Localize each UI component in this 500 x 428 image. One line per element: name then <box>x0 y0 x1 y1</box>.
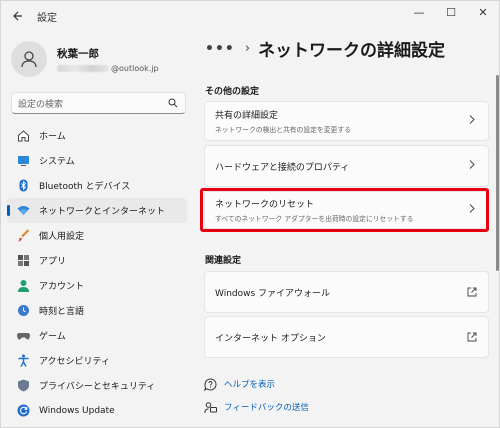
page-title: ネットワークの詳細設定 <box>258 41 446 61</box>
profile-name: 秋葉一郎 <box>57 47 99 60</box>
sidebar-item-network[interactable]: ネットワークとインターネット <box>7 198 187 223</box>
chevron-right-icon <box>466 204 478 216</box>
get-help-link[interactable]: ヘルプを表示 <box>203 377 275 391</box>
breadcrumb-separator: › <box>244 41 251 56</box>
accessibility-icon <box>16 354 30 368</box>
back-button[interactable] <box>5 3 31 29</box>
sidebar-item-label: アクセシビリティ <box>39 357 111 367</box>
sidebar-nav: ホーム システム Bluetooth とデバイス ネットワークとインターネット <box>7 123 187 423</box>
profile-email-domain: @outlook.jp <box>111 63 159 73</box>
sidebar-item-label: ゲーム <box>39 332 66 342</box>
sidebar-item-label: プライバシーとセキュリティ <box>39 382 156 392</box>
help-icon <box>203 377 217 391</box>
sidebar-item-accounts[interactable]: アカウント <box>7 273 187 298</box>
card-subtitle: すべてのネットワーク アダプターを出荷時の設定にリセットする <box>215 215 414 223</box>
search-input[interactable]: 設定の検索 <box>11 92 186 114</box>
sidebar-item-gaming[interactable]: ゲーム <box>7 323 187 348</box>
external-link-icon <box>466 286 478 298</box>
card-title: ネットワークのリセット <box>215 200 315 210</box>
apps-icon <box>16 254 30 268</box>
sidebar-item-label: Windows Update <box>39 405 115 416</box>
card-title: ハードウェアと接続のプロパティ <box>215 162 350 173</box>
sidebar-item-label: ホーム <box>39 132 66 142</box>
app-title: 設定 <box>37 12 57 24</box>
user-icon <box>21 51 37 68</box>
breadcrumb-more-button[interactable]: ••• <box>205 41 235 57</box>
sidebar-item-label: ネットワークとインターネット <box>39 207 166 217</box>
sidebar-item-system[interactable]: システム <box>7 148 187 173</box>
system-icon <box>16 154 30 168</box>
shield-icon <box>16 379 30 393</box>
sidebar-item-label: アプリ <box>39 257 67 267</box>
section-heading-related: 関連設定 <box>205 256 242 266</box>
arrow-left-icon <box>13 11 22 21</box>
sidebar-item-label: Bluetooth とデバイス <box>39 182 131 192</box>
minimize-button[interactable]: — <box>403 1 435 23</box>
scrollbar[interactable] <box>496 75 499 271</box>
maximize-button[interactable]: ☐ <box>435 1 467 23</box>
network-icon <box>16 204 30 218</box>
breadcrumb: ••• › ネットワークの詳細設定 <box>205 36 446 62</box>
title-bar: 設定 — ☐ ✕ <box>1 1 499 31</box>
avatar <box>11 41 47 77</box>
profile-email: @outlook.jp <box>57 64 159 73</box>
card-subtitle: ネットワークの検出と共有の設定を変更する <box>215 126 351 134</box>
hardware-properties-card[interactable]: ハードウェアと接続のプロパティ <box>204 145 489 187</box>
user-profile[interactable]: 秋葉一郎 @outlook.jp <box>11 41 159 77</box>
send-feedback-link[interactable]: フィードバックの送信 <box>203 400 309 414</box>
sidebar: 秋葉一郎 @outlook.jp 設定の検索 ホーム システム Bluetoot… <box>1 31 193 428</box>
main-content: ••• › ネットワークの詳細設定 その他の設定 共有の詳細設定 ネットワークの… <box>193 31 500 428</box>
feedback-icon <box>203 400 217 414</box>
network-reset-card[interactable]: ネットワークのリセット すべてのネットワーク アダプターを出荷時の設定にリセット… <box>204 191 489 229</box>
send-feedback-label: フィードバックの送信 <box>224 403 309 413</box>
settings-window: 設定 — ☐ ✕ 秋葉一郎 @outlook.jp 設定の検索 ホーム システム… <box>0 0 500 428</box>
time-language-icon <box>16 304 30 318</box>
card-title: Windows ファイアウォール <box>215 288 331 299</box>
window-controls: — ☐ ✕ <box>403 1 499 23</box>
card-title: インターネット オプション <box>215 333 326 344</box>
sidebar-item-privacy[interactable]: プライバシーとセキュリティ <box>7 373 187 398</box>
advanced-sharing-card[interactable]: 共有の詳細設定 ネットワークの検出と共有の設定を変更する <box>204 101 489 141</box>
get-help-label: ヘルプを表示 <box>224 380 276 390</box>
section-heading-other: その他の設定 <box>205 87 260 97</box>
sidebar-item-windows-update[interactable]: Windows Update <box>7 398 187 423</box>
sidebar-item-personalization[interactable]: 個人用設定 <box>7 223 187 248</box>
sidebar-item-apps[interactable]: アプリ <box>7 248 187 273</box>
search-placeholder: 設定の検索 <box>18 99 64 110</box>
sidebar-item-label: システム <box>39 157 75 167</box>
sidebar-item-accessibility[interactable]: アクセシビリティ <box>7 348 187 373</box>
home-icon <box>16 129 30 143</box>
chevron-right-icon <box>466 160 478 172</box>
sidebar-item-label: アカウント <box>39 282 85 292</box>
external-link-icon <box>466 331 478 343</box>
email-redaction <box>57 64 109 72</box>
chevron-right-icon <box>466 115 478 127</box>
search-icon <box>167 97 179 109</box>
brush-icon <box>16 229 30 243</box>
sidebar-item-home[interactable]: ホーム <box>7 123 187 148</box>
card-title: 共有の詳細設定 <box>215 111 279 121</box>
account-icon <box>16 279 30 293</box>
gaming-icon <box>16 329 30 343</box>
internet-options-card[interactable]: インターネット オプション <box>204 316 489 358</box>
close-button[interactable]: ✕ <box>467 1 499 23</box>
sidebar-item-label: 個人用設定 <box>39 232 85 242</box>
windows-firewall-card[interactable]: Windows ファイアウォール <box>204 271 489 313</box>
windows-update-icon <box>16 404 30 418</box>
sidebar-item-bluetooth[interactable]: Bluetooth とデバイス <box>7 173 187 198</box>
bluetooth-icon <box>16 179 30 193</box>
sidebar-item-time-language[interactable]: 時刻と言語 <box>7 298 187 323</box>
sidebar-item-label: 時刻と言語 <box>39 307 85 317</box>
